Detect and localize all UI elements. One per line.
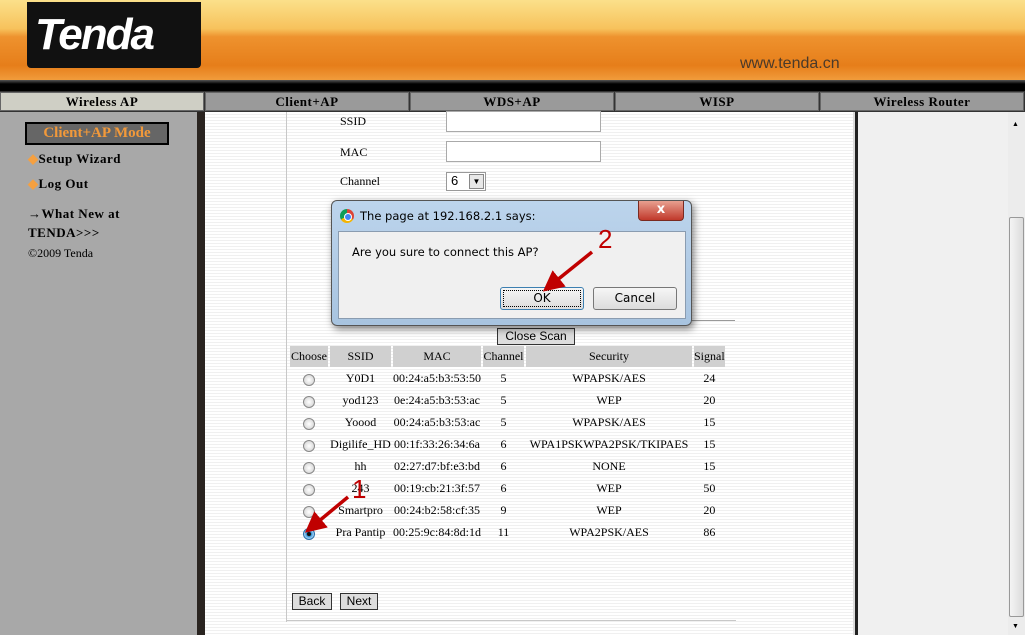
- arrow-1-icon: [304, 495, 350, 533]
- annotation-1: 1: [352, 474, 367, 504]
- arrow-2-icon: [542, 250, 594, 292]
- annotation-layer: [304, 250, 594, 533]
- annotation-2: 2: [598, 224, 613, 254]
